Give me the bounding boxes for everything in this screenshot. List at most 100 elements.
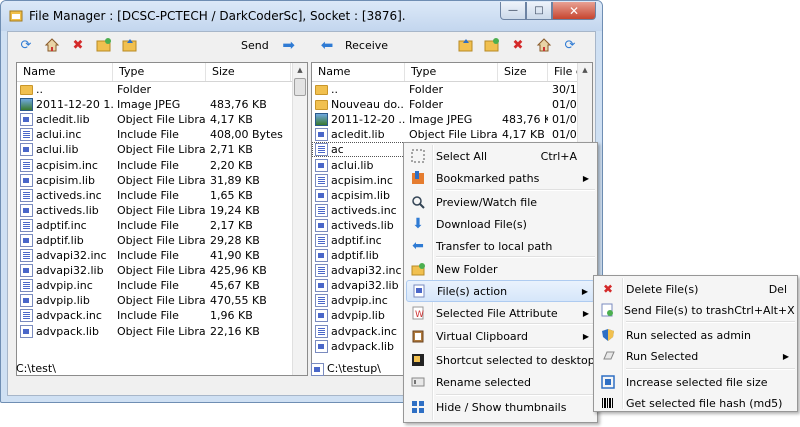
left-scrollbar[interactable]: ▲ — [292, 63, 307, 375]
refresh-icon[interactable]: ⟳ — [562, 37, 578, 53]
submenu-item-increase-selected-file-size[interactable]: Increase selected file size — [596, 371, 795, 393]
menu-item-label: Delete File(s) — [626, 282, 699, 296]
menu-item-new-folder[interactable]: New Folder — [406, 258, 595, 280]
table-row[interactable]: advapi32.inc Include File 41,90 KB — [17, 248, 307, 263]
lib-file-icon — [315, 128, 328, 142]
menu-item-virtual-clipboard[interactable]: Virtual Clipboard ▶ — [406, 325, 595, 347]
file-name: activeds.inc — [36, 188, 102, 202]
barcode-icon — [600, 395, 616, 411]
menu-item-select-all[interactable]: Select All Ctrl+A — [406, 145, 595, 167]
menu-separator — [436, 323, 595, 325]
submenu-item-get-selected-file-hash-md5[interactable]: Get selected file hash (md5) — [596, 392, 795, 414]
table-row[interactable]: aclui.lib Object File Library 2,71 KB — [17, 142, 307, 157]
receive-label: Receive — [345, 38, 389, 52]
submenu-item-run-selected-as-admin[interactable]: Run selected as admin — [596, 324, 795, 346]
table-row[interactable]: advpip.inc Include File 45,67 KB — [17, 278, 307, 293]
size-cell: 22,16 KB — [210, 324, 260, 338]
lib-file-icon — [20, 324, 33, 338]
name-cell: activeds.lib — [17, 203, 113, 217]
table-row[interactable]: Nouveau do... Folder 01/01 — [312, 97, 592, 112]
size-cell: 4,17 KB — [502, 128, 545, 142]
home-icon[interactable] — [536, 37, 552, 53]
table-row[interactable]: .. Folder 30/12 — [312, 82, 592, 97]
file-name: 2011-12-20 ... — [331, 113, 405, 127]
table-row[interactable]: advapi32.lib Object File Library 425,96 KB — [17, 263, 307, 278]
submenu-item-delete-file-s[interactable]: ✖ Delete File(s) Del — [596, 278, 795, 300]
column-header[interactable]: Name — [17, 63, 113, 81]
title-bar[interactable]: File Manager : [DCSC-PCTECH / DarkCoderS… — [1, 1, 602, 31]
table-row[interactable]: activeds.inc Include File 1,65 KB — [17, 188, 307, 203]
column-header[interactable]: File cr — [548, 63, 580, 81]
table-row[interactable]: acledit.lib Object File Library 4,17 KB — [17, 112, 307, 127]
size-cell: 1,96 KB — [210, 309, 253, 323]
menu-item-download-file-s[interactable]: ⬇ Download File(s) — [406, 213, 595, 235]
inc-file-icon — [20, 128, 33, 142]
thumbnails-icon — [410, 399, 426, 415]
increase-size-icon — [600, 374, 616, 390]
menu-item-hide-show-thumbnails[interactable]: Hide / Show thumbnails — [406, 396, 595, 418]
size-cell: 408,00 Bytes — [210, 128, 283, 142]
home-icon[interactable] — [44, 37, 60, 53]
menu-item-file-s-action[interactable]: File(s) action ▶ — [406, 280, 595, 302]
scroll-up-icon[interactable]: ▲ — [293, 63, 307, 77]
file-name: 2011-12-20 1... — [36, 98, 113, 112]
context-menu: Select All Ctrl+A Bookmarked paths ▶ Preview… — [403, 142, 598, 423]
send-area: Send ➡ — [241, 32, 307, 58]
column-header[interactable]: Name — [312, 63, 405, 81]
submenu-item-run-selected[interactable]: Run Selected ▶ — [596, 345, 795, 367]
menu-item-selected-file-attribute[interactable]: W Selected File Attribute ▶ — [406, 302, 595, 324]
table-row[interactable]: acpisim.inc Include File 2,20 KB — [17, 157, 307, 172]
table-row[interactable]: adptif.lib Object File Library 29,28 KB — [17, 233, 307, 248]
menu-item-preview-watch-file[interactable]: Preview/Watch file — [406, 191, 595, 213]
size-cell: 2,71 KB — [210, 143, 253, 157]
lib-file-icon — [315, 309, 328, 323]
table-row[interactable]: acledit.lib Object File Libra... 4,17 KB 01… — [312, 127, 592, 142]
table-row[interactable]: advpip.lib Object File Library 470,55 KB — [17, 293, 307, 308]
table-row[interactable]: 2011-12-20 ... Image JPEG 483,76 KB 01/01 — [312, 112, 592, 127]
minimize-button[interactable]: — — [500, 2, 526, 20]
refresh-icon[interactable]: ⟳ — [18, 37, 34, 53]
menu-item-transfer-to-local-path[interactable]: ⬅ Transfer to local path — [406, 235, 595, 257]
column-header[interactable]: Type — [405, 63, 498, 81]
scroll-thumb[interactable] — [294, 78, 306, 96]
left-file-list[interactable]: Name Type Size .. Folder 2011-12-20 1... Im… — [16, 62, 308, 376]
new-folder-icon[interactable] — [96, 37, 112, 53]
table-row[interactable]: activeds.lib Object File Library 19,24 KB — [17, 203, 307, 218]
menu-item-shortcut-selected-to-desktop[interactable]: Shortcut selected to desktop — [406, 349, 595, 371]
new-folder-icon[interactable] — [484, 37, 500, 53]
delete-icon: ✖ — [602, 282, 614, 296]
table-row[interactable]: adptif.inc Include File 2,17 KB — [17, 218, 307, 233]
table-row[interactable]: advpack.lib Object File Library 22,16 KB — [17, 324, 307, 339]
column-header[interactable]: Size — [206, 63, 291, 81]
file-name: aclui.inc — [331, 143, 344, 157]
new-folder-icon — [410, 261, 426, 277]
folder-up-icon[interactable] — [458, 37, 474, 53]
submenu-item-send-file-s-to-trash[interactable]: Send File(s) to trash Ctrl+Alt+X — [596, 299, 795, 321]
table-row[interactable]: advpack.inc Include File 1,96 KB — [17, 308, 307, 323]
inc-file-icon — [20, 249, 33, 263]
delete-icon[interactable]: ✖ — [510, 37, 526, 53]
folder-up-icon[interactable] — [122, 37, 138, 53]
table-row[interactable]: acpisim.lib Object File Library 31,89 KB — [17, 173, 307, 188]
table-row[interactable]: aclui.inc Include File 408,00 Bytes — [17, 127, 307, 142]
receive-arrow-icon[interactable]: ⬅ — [319, 36, 335, 54]
maximize-button[interactable]: □ — [526, 2, 552, 20]
name-cell: acpisim.inc — [312, 173, 405, 187]
submenu-arrow-icon: ▶ — [582, 173, 589, 183]
send-arrow-icon[interactable]: ➡ — [281, 36, 297, 54]
table-row[interactable]: aclui.inc — [312, 142, 407, 158]
table-row[interactable]: .. Folder — [17, 82, 307, 97]
delete-icon[interactable]: ✖ — [70, 37, 86, 53]
window-title: File Manager : [DCSC-PCTECH / DarkCoderS… — [29, 9, 406, 23]
clipboard-icon — [410, 328, 426, 344]
table-row[interactable]: 2011-12-20 1... Image JPEG 483,76 KB — [17, 97, 307, 112]
column-header[interactable]: Size — [498, 63, 548, 81]
size-cell: 19,24 KB — [210, 203, 260, 217]
drive-icon — [311, 362, 324, 376]
close-button[interactable]: ✕ — [552, 2, 596, 20]
scroll-up-icon[interactable]: ▲ — [578, 63, 592, 77]
menu-item-rename-selected[interactable]: Rename selected — [406, 371, 595, 393]
select-all-icon — [410, 148, 426, 164]
menu-item-bookmarked-paths[interactable]: Bookmarked paths ▶ — [406, 167, 595, 189]
column-header[interactable]: Type — [113, 63, 206, 81]
